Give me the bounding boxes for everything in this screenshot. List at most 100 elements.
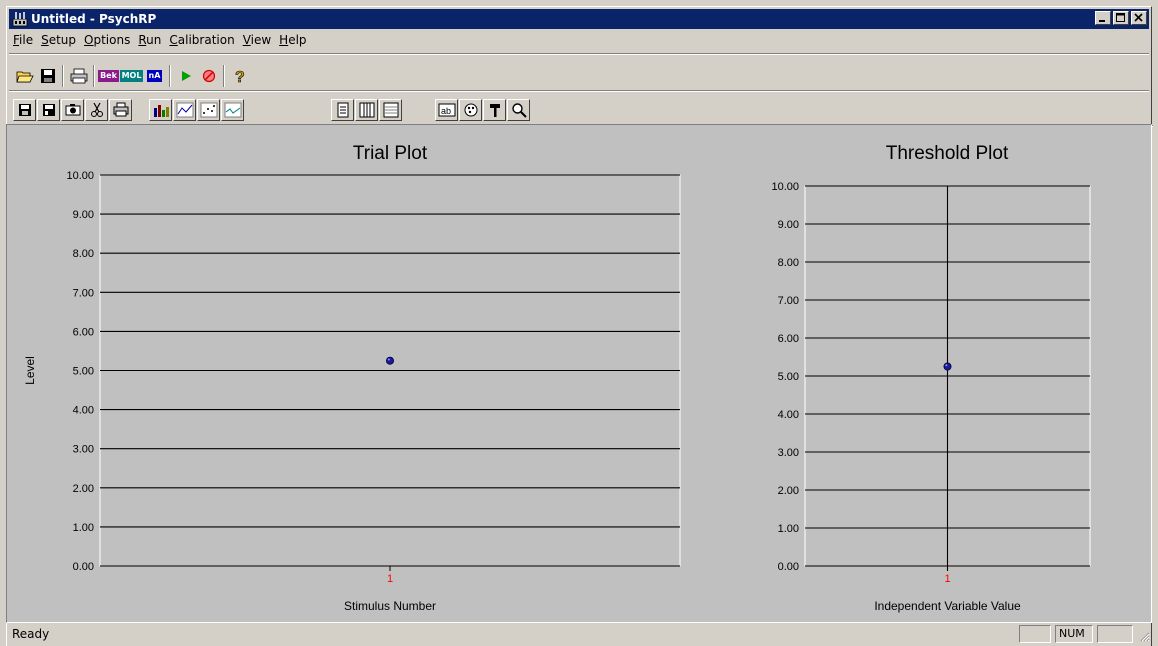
line-chart-icon: [176, 102, 193, 118]
status-panel-caps: [1019, 625, 1051, 643]
bekesy-button[interactable]: Bek: [97, 65, 120, 87]
menu-setup[interactable]: Setup: [37, 31, 80, 47]
stop-button[interactable]: [197, 65, 220, 87]
save-disk-icon: [40, 69, 55, 83]
camera-button[interactable]: [61, 99, 84, 121]
area-chart-button[interactable]: [221, 99, 244, 121]
chart-toolbar: ab: [13, 96, 573, 126]
y-tick-label: 6.00: [73, 326, 94, 338]
data-point: [385, 356, 394, 365]
menu-separator: [9, 53, 1149, 55]
mol-badge: MOL: [119, 70, 144, 82]
minimize-icon: [1099, 20, 1105, 22]
printer-icon: [70, 68, 87, 84]
main-toolbar: Bek MOL nA ?: [9, 63, 309, 89]
y-tick-label: 9.00: [73, 209, 94, 221]
y-tick-label: 8.00: [778, 257, 799, 269]
close-button[interactable]: [1131, 11, 1147, 25]
y-tick-label: 0.00: [73, 561, 94, 573]
y-tick-label: 9.00: [778, 219, 799, 231]
minimize-button[interactable]: [1095, 11, 1111, 25]
play-icon: [181, 71, 191, 81]
open-button[interactable]: [13, 65, 36, 87]
y-tick-label: 3.00: [778, 447, 799, 459]
line-chart-button[interactable]: [173, 99, 196, 121]
rows-button[interactable]: [379, 99, 402, 121]
y-tick-label: 5.00: [778, 371, 799, 383]
area-chart-icon: [224, 102, 241, 118]
y-tick-label: 3.00: [73, 444, 94, 456]
menu-label: ile: [19, 33, 34, 47]
y-tick-label: 7.00: [778, 295, 799, 307]
menu-accelerator: H: [279, 33, 289, 47]
y-tick-label: 6.00: [778, 333, 799, 345]
help-question-icon: ?: [234, 69, 244, 85]
menu-view[interactable]: View: [239, 31, 275, 47]
menu-help[interactable]: Help: [275, 31, 310, 47]
columns-icon: [359, 102, 374, 118]
chart-save-button[interactable]: [13, 99, 36, 121]
open-folder-icon: [15, 71, 34, 83]
y-tick-label: 0.00: [778, 561, 799, 573]
menu-label: etup: [48, 33, 77, 47]
printer-icon: [113, 102, 128, 117]
zoom-button[interactable]: [507, 99, 530, 121]
x-tick-label: 1: [944, 573, 950, 585]
y-tick-label: 10.00: [66, 170, 94, 182]
svg-text:ab: ab: [441, 106, 451, 116]
save-button[interactable]: [36, 65, 59, 87]
na-button[interactable]: nA: [143, 65, 166, 87]
palette-button[interactable]: [459, 99, 482, 121]
scatter-chart-button[interactable]: [197, 99, 220, 121]
data-point: [943, 362, 952, 371]
chart-print-button[interactable]: [109, 99, 132, 121]
save-disk-icon: [18, 104, 31, 116]
menu-file[interactable]: File: [9, 31, 37, 47]
maximize-button[interactable]: [1113, 11, 1129, 25]
chart-save-as-button[interactable]: [37, 99, 60, 121]
text-view-button[interactable]: [331, 99, 354, 121]
y-tick-label: 2.00: [73, 483, 94, 495]
bar-chart-button[interactable]: [149, 99, 172, 121]
y-tick-label: 5.00: [73, 366, 94, 378]
y-tick-label: 1.00: [73, 522, 94, 534]
na-badge: nA: [146, 70, 163, 82]
scatter-chart-icon: [200, 102, 217, 118]
run-button[interactable]: [174, 65, 197, 87]
menu-run[interactable]: Run: [134, 31, 165, 47]
title-bar[interactable]: Untitled - PsychRP: [9, 9, 1149, 29]
menu-accelerator: V: [242, 33, 251, 47]
cut-button[interactable]: [85, 99, 108, 121]
toolbar-separator: [93, 65, 95, 87]
data-point-highlight: [945, 364, 948, 367]
x-axis-label: Independent Variable Value: [874, 599, 1021, 613]
toolbar-separator: [62, 65, 64, 87]
bar-chart-icon: [153, 105, 169, 117]
magnifier-icon: [511, 103, 527, 118]
x-tick-label: 1: [387, 573, 393, 585]
menu-label: un: [146, 33, 162, 47]
rows-icon: [383, 102, 398, 118]
app-icon: [12, 12, 28, 27]
menu-options[interactable]: Options: [80, 31, 134, 47]
toolbar-separator: [169, 65, 171, 87]
status-panel-num: NUM: [1055, 625, 1093, 643]
tools-button[interactable]: [483, 99, 506, 121]
text-label-icon: ab: [438, 103, 455, 117]
x-axis-label: Stimulus Number: [344, 599, 436, 613]
print-button[interactable]: [67, 65, 90, 87]
label-button[interactable]: ab: [435, 99, 458, 121]
help-button[interactable]: ?: [228, 65, 251, 87]
resize-grip-icon[interactable]: [1138, 630, 1150, 642]
mol-button[interactable]: MOL: [119, 65, 144, 87]
scissors-icon: [90, 102, 103, 117]
menu-accelerator: S: [41, 33, 49, 47]
y-tick-label: 4.00: [778, 409, 799, 421]
menu-calibration[interactable]: Calibration: [165, 31, 238, 47]
chart-title: Threshold Plot: [886, 143, 1009, 164]
stop-icon: [202, 69, 215, 83]
bek-badge: Bek: [98, 70, 119, 82]
y-tick-label: 2.00: [778, 485, 799, 497]
y-axis-label: Level: [23, 356, 37, 385]
columns-button[interactable]: [355, 99, 378, 121]
